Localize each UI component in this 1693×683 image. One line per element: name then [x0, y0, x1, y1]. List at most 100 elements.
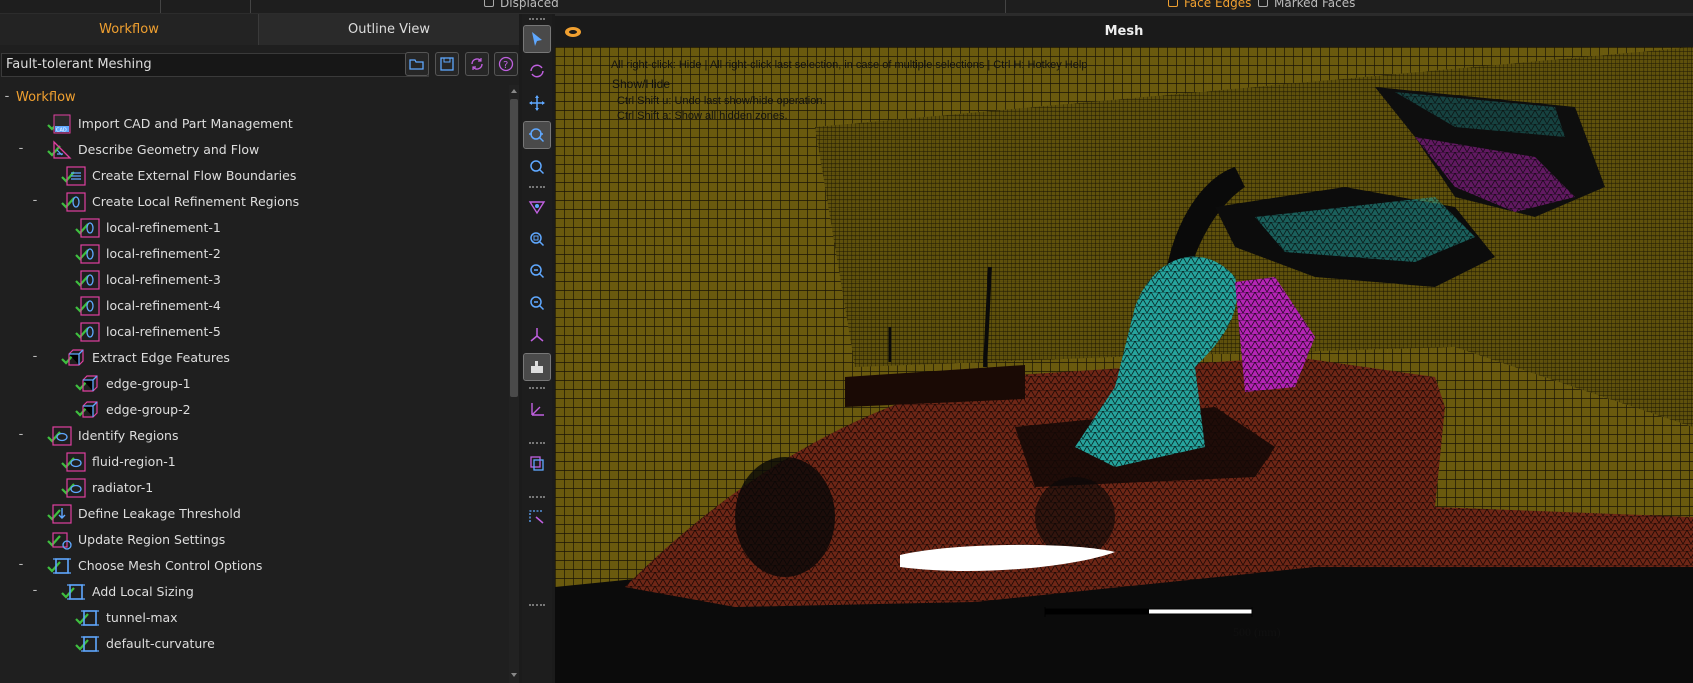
scroll-up-arrow-icon[interactable] — [511, 89, 517, 93]
refresh-icon — [471, 58, 483, 70]
tree-root-workflow[interactable]: - Workflow — [0, 85, 509, 111]
viewport-header: Mesh — [555, 14, 1693, 47]
scale-bar-label: 500 (mm) — [1233, 625, 1281, 639]
tree-item[interactable]: local-refinement-1 — [0, 215, 509, 241]
tree-item[interactable]: - Extract Edge Features — [0, 345, 509, 371]
scrollbar-thumb[interactable] — [510, 99, 518, 397]
undo-show-hide-hint: Ctrl Shift u: Undo last show/hide operat… — [617, 95, 826, 107]
zoom-in-icon — [530, 264, 545, 279]
panel-tabs: Workflow Outline View — [0, 14, 519, 45]
tree-item[interactable]: default-curvature — [0, 631, 509, 657]
collapse-toggle-icon[interactable]: - — [16, 557, 26, 572]
tree-item[interactable]: local-refinement-5 — [0, 319, 509, 345]
collapse-toggle-icon[interactable]: - — [30, 193, 40, 208]
tree-item-label: local-refinement-3 — [106, 272, 221, 287]
tree-item[interactable]: local-refinement-3 — [0, 267, 509, 293]
tree-item-label: Create Local Refinement Regions — [92, 194, 300, 209]
box-select-button[interactable] — [524, 504, 550, 530]
toolbar-separator — [1005, 0, 1006, 13]
zoom-box-button[interactable] — [524, 154, 550, 180]
save-icon — [440, 57, 454, 71]
revert-workflow-button[interactable] — [465, 52, 489, 76]
coordinate-axes-icon — [531, 403, 544, 416]
refinement-region-icon — [80, 322, 100, 342]
probe-icon — [528, 201, 546, 215]
face-edges-checkbox[interactable] — [1168, 0, 1178, 7]
fit-view-button[interactable] — [524, 226, 550, 252]
workflow-panel: Workflow Outline View Fault-tolerant Mes… — [0, 14, 519, 683]
rotate-icon — [530, 64, 544, 78]
tree-item[interactable]: Update Region Settings — [0, 527, 509, 553]
tree-item[interactable]: - Add Local Sizing — [0, 579, 509, 605]
tree-item[interactable]: edge-group-1 — [0, 371, 509, 397]
tree-item[interactable]: - Identify Regions — [0, 423, 509, 449]
help-button[interactable]: ? — [494, 52, 518, 76]
marked-faces-checkbox[interactable] — [1258, 0, 1268, 7]
identify-region-icon — [52, 426, 72, 446]
toolbar-separator — [160, 0, 161, 13]
coordinate-system-button[interactable] — [524, 396, 550, 422]
mesh-render — [555, 47, 1693, 683]
scroll-down-arrow-icon[interactable] — [511, 673, 517, 677]
toolbar-separator — [250, 0, 251, 13]
tree-item-label: Create External Flow Boundaries — [92, 168, 297, 183]
tree-item[interactable]: local-refinement-4 — [0, 293, 509, 319]
zoom-in-button[interactable] — [524, 258, 550, 284]
tree-item[interactable]: radiator-1 — [0, 475, 509, 501]
pointer-icon — [532, 32, 542, 46]
toolbar-grip — [529, 604, 545, 608]
edge-feature-icon — [80, 400, 100, 420]
copy-view-button[interactable] — [524, 450, 550, 476]
select-tool-button[interactable] — [523, 25, 551, 53]
toolbar-grip — [529, 186, 545, 190]
tab-outline-view[interactable]: Outline View — [258, 14, 519, 45]
top-toolbar-strip: Displaced Face Edges Marked Faces — [0, 0, 1693, 14]
tree-item-label: local-refinement-1 — [106, 220, 221, 235]
save-workflow-button[interactable] — [435, 52, 459, 76]
graphics-viewport[interactable]: Mesh All right-click: Hide | All right-c… — [555, 14, 1693, 683]
tree-item[interactable]: - Choose Mesh Control Options — [0, 553, 509, 579]
tree-item-label: Update Region Settings — [78, 532, 226, 547]
tree-item[interactable]: edge-group-2 — [0, 397, 509, 423]
collapse-toggle-icon[interactable]: - — [2, 89, 12, 104]
zoom-out-button[interactable] — [524, 290, 550, 316]
workflow-type-select[interactable]: Fault-tolerant Meshing — [1, 53, 429, 77]
identify-region-icon — [66, 478, 86, 498]
workflow-tree: - Workflow CAD Import CAD and Part Manageme… — [0, 85, 509, 683]
refinement-region-icon — [80, 244, 100, 264]
local-sizing-icon — [80, 608, 100, 628]
edge-feature-icon — [66, 348, 86, 368]
toolbar-grip — [529, 442, 545, 446]
collapse-toggle-icon[interactable]: - — [16, 141, 26, 156]
tree-scrollbar[interactable] — [509, 85, 519, 683]
tab-workflow[interactable]: Workflow — [0, 14, 258, 45]
tree-item[interactable]: CAD Import CAD and Part Management — [0, 111, 509, 137]
refinement-region-icon — [80, 270, 100, 290]
mesh-canvas[interactable]: All right-click: Hide | All right-click … — [555, 47, 1693, 683]
tree-item-label: Identify Regions — [78, 428, 179, 443]
collapse-toggle-icon[interactable]: - — [16, 427, 26, 442]
rotate-tool-button[interactable] — [524, 58, 550, 84]
display-options-button[interactable] — [523, 353, 551, 381]
tree-item-label: Describe Geometry and Flow — [78, 142, 260, 157]
tree-item[interactable]: - Describe Geometry and Flow — [0, 137, 509, 163]
tree-item[interactable]: - Create Local Refinement Regions — [0, 189, 509, 215]
axes-view-button[interactable] — [524, 322, 550, 348]
open-workflow-button[interactable] — [405, 52, 429, 76]
leakage-threshold-icon — [52, 504, 72, 524]
tree-item[interactable]: local-refinement-2 — [0, 241, 509, 267]
tree-item[interactable]: Define Leakage Threshold — [0, 501, 509, 527]
tree-item[interactable]: fluid-region-1 — [0, 449, 509, 475]
probe-tool-button[interactable] — [524, 194, 550, 220]
pan-tool-button[interactable] — [524, 90, 550, 116]
collapse-toggle-icon[interactable]: - — [30, 349, 40, 364]
toolbar-grip — [529, 18, 545, 22]
zoom-icon — [529, 128, 545, 143]
toolbar-grip — [529, 496, 545, 500]
zoom-tool-button[interactable] — [523, 121, 551, 149]
svg-text:?: ? — [503, 60, 508, 71]
tree-item[interactable]: Create External Flow Boundaries — [0, 163, 509, 189]
displaced-checkbox[interactable] — [484, 0, 494, 7]
tree-item[interactable]: tunnel-max — [0, 605, 509, 631]
collapse-toggle-icon[interactable]: - — [30, 583, 40, 598]
